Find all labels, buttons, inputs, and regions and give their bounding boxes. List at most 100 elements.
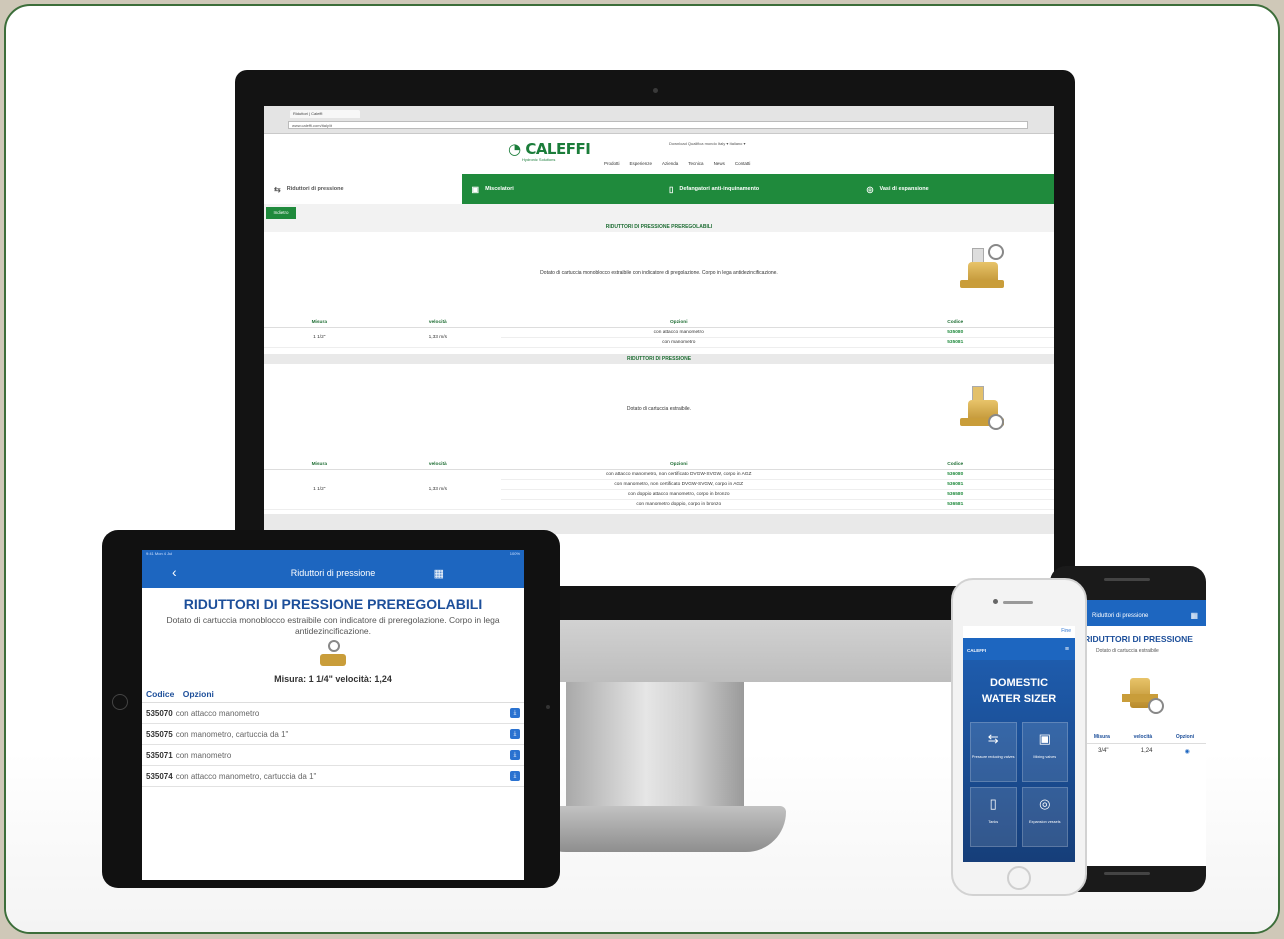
cell-code-link[interactable]: 536081	[856, 479, 1054, 490]
col-velocita: velocità	[1133, 734, 1153, 740]
language-bar[interactable]: Download Qualifica mondo Italy ▾ Italian…	[669, 141, 746, 146]
address-bar[interactable]: www.caleffi.com/italy/it	[288, 121, 1028, 129]
nav-item-prodotti[interactable]: Prodotti	[604, 161, 620, 166]
tank-icon: ▯	[989, 795, 997, 811]
section-description-row: Dotato di cartuccia monoblocco estraibil…	[264, 232, 1054, 318]
col-misura: Misura	[264, 460, 375, 470]
vessel-icon: ◎	[866, 184, 874, 194]
cell-code-link[interactable]: 536581	[856, 499, 1054, 510]
item-code: 535074	[146, 771, 173, 781]
tab-miscelatori[interactable]: ▣ Miscelatori	[461, 174, 659, 204]
page-frame: Riduttori | Caleffi www.caleffi.com/ital…	[4, 4, 1280, 934]
pdf-icon[interactable]: ⤓	[510, 708, 520, 719]
pdf-icon[interactable]: ⤓	[510, 729, 520, 740]
item-code: 535070	[146, 708, 173, 718]
cell-code-link[interactable]: 536580	[856, 489, 1054, 500]
nav-item-contatti[interactable]: Contatti	[735, 161, 751, 166]
nav-item-tecnica[interactable]: Tecnica	[688, 161, 703, 166]
tile-label: Expansion vessels	[1029, 819, 1061, 824]
home-button[interactable]	[1007, 866, 1031, 890]
col-codice: Codice	[856, 460, 1054, 470]
speaker-grille	[1104, 578, 1150, 581]
tab-label: Miscelatori	[485, 186, 514, 192]
gauge-icon	[988, 244, 1004, 260]
cell-speed: 1,33 m/s	[374, 469, 501, 510]
status-bar: 9:41 Mon 4 Jul 100%	[142, 550, 524, 558]
product-image	[960, 240, 1004, 300]
status-time: 9:41 Mon 4 Jul	[146, 551, 173, 556]
spec-table: Misura velocità Opzioni Codice 1 1/2" 1,…	[264, 460, 1054, 510]
browser-tab[interactable]: Riduttori | Caleffi	[290, 110, 360, 118]
section-title: RIDUTTORI DI PRESSIONE	[264, 354, 1054, 364]
tile-mixing-valves[interactable]: ▣ Mixing valves	[1021, 721, 1068, 782]
product-description: Dotato di cartuccia estraibile	[1096, 648, 1159, 654]
category-tabs: ⇆ Riduttori di pressione ▣ Miscelatori ▯…	[264, 174, 1054, 204]
tile-tanks[interactable]: ▯ Tanks	[970, 786, 1017, 847]
camera-icon	[546, 705, 550, 709]
table-header: Misura velocità Opzioni Codice	[264, 460, 1054, 470]
item-text: con attacco manometro	[175, 708, 260, 718]
tab-label: Defangatori anti-inquinamento	[679, 186, 760, 192]
cell-option: con manometro doppio, corpo in bronzo	[500, 499, 857, 510]
caleffi-logo[interactable]: ◔ CALEFFI	[508, 140, 591, 158]
col-codice: Codice	[146, 689, 175, 700]
cell-option: con attacco manometro, non certificato D…	[500, 469, 857, 480]
nav-item-news[interactable]: News	[714, 161, 725, 166]
product-image	[960, 378, 1004, 438]
logo-mark-icon: ◔	[508, 140, 526, 158]
item-speed: 1,24	[1140, 748, 1153, 754]
item-text: con manometro, cartuccia da 1"	[175, 729, 289, 739]
tab-defangatori[interactable]: ▯ Defangatori anti-inquinamento	[659, 174, 857, 204]
app-home: CALEFFI ≡ DOMESTIC WATER SIZER ⇆ Pressur…	[963, 638, 1075, 862]
pdf-icon[interactable]: ⤓	[510, 771, 520, 782]
tile-pressure-reducing[interactable]: ⇆ Pressure reducing valves	[970, 721, 1017, 782]
logo-subtitle: Hydronic Solutions	[522, 157, 556, 162]
gauge-icon	[1148, 698, 1164, 714]
tile-label: Tanks	[988, 819, 999, 824]
app-title: DOMESTIC WATER SIZER	[963, 676, 1075, 708]
tab-riduttori[interactable]: ⇆ Riduttori di pressione	[264, 174, 462, 204]
list-item[interactable]: 3/4" 1,24 ◉	[1082, 744, 1206, 755]
tablet-device: 9:41 Mon 4 Jul 100% ‹ Riduttori di press…	[102, 530, 560, 888]
sub-tab-strip: Indietro	[264, 204, 1054, 222]
cell-size: 1 1/2"	[264, 327, 375, 348]
back-button[interactable]: Indietro	[266, 207, 296, 219]
done-button[interactable]: Fine	[963, 626, 1075, 638]
iphone-screen: Fine CALEFFI ≡ DOMESTIC WATER SIZER ⇆ Pr…	[963, 626, 1075, 862]
list-item[interactable]: 535070 con attacco manometro ⤓	[142, 703, 524, 725]
desktop-screen: Riduttori | Caleffi www.caleffi.com/ital…	[264, 106, 1054, 586]
tile-expansion-vessels[interactable]: ◎ Expansion vessels	[1021, 786, 1068, 847]
home-button[interactable]	[112, 694, 128, 710]
valve-icon: ⇆	[274, 184, 281, 194]
list-item[interactable]: 535074 con attacco manometro, cartuccia …	[142, 766, 524, 788]
cell-code-link[interactable]: 536080	[856, 469, 1054, 480]
grid-icon[interactable]: ▦	[1190, 611, 1198, 620]
app-bar: CALEFFI ≡	[963, 638, 1075, 660]
item-size: 3/4"	[1098, 748, 1109, 754]
item-text: con manometro	[175, 750, 232, 760]
col-opzioni: Opzioni	[500, 318, 857, 328]
mixer-icon: ▣	[471, 184, 480, 194]
eye-icon[interactable]: ◉	[1185, 748, 1190, 755]
cell-code-link[interactable]: 535080	[856, 327, 1054, 338]
list-header: Codice Opzioni	[142, 684, 524, 704]
nav-item-azienda[interactable]: Azienda	[662, 161, 678, 166]
section-title: RIDUTTORI DI PRESSIONE PREREGOLABILI	[264, 222, 1054, 232]
tab-vasi[interactable]: ◎ Vasi di espansione	[856, 174, 1054, 204]
item-text: con attacco manometro, cartuccia da 1"	[175, 771, 317, 781]
main-nav: Prodotti Esperienze Azienda Tecnica News…	[604, 161, 750, 166]
tank-icon: ▯	[669, 184, 674, 194]
pdf-icon[interactable]: ⤓	[510, 750, 520, 761]
list-item[interactable]: 535075 con manometro, cartuccia da 1" ⤓	[142, 724, 524, 746]
tab-label: Vasi di espansione	[879, 186, 929, 192]
cell-code-link[interactable]: 535081	[856, 337, 1054, 348]
gauge-icon	[328, 640, 340, 653]
col-opzioni: Opzioni	[182, 689, 214, 700]
list-item[interactable]: 535071 con manometro ⤓	[142, 745, 524, 767]
nav-item-esperienze[interactable]: Esperienze	[630, 161, 653, 166]
table-row: 1 1/2" 1,33 m/s con attacco manometro, n…	[264, 469, 1054, 510]
col-velocita: velocità	[374, 318, 501, 328]
grid-icon[interactable]: ▦	[434, 567, 444, 580]
product-heading: RIDUTTORI DI PRESSIONE PREREGOLABILI	[183, 596, 483, 612]
menu-icon[interactable]: ≡	[1065, 646, 1069, 653]
